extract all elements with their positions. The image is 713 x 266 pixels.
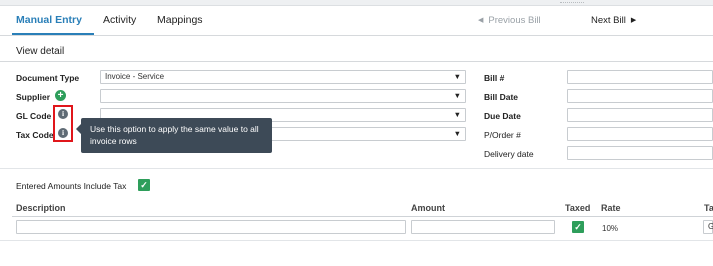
- bill-number-label: Bill #: [484, 73, 505, 83]
- next-bill-button[interactable]: Next Bill ▶: [591, 15, 636, 26]
- supplier-label: Supplier: [16, 92, 51, 102]
- supplier-select[interactable]: ▼: [100, 89, 466, 103]
- due-date-label: Due Date: [484, 111, 521, 121]
- column-header-description: Description: [16, 203, 66, 213]
- chevron-left-icon: ◀: [478, 17, 484, 24]
- row-tax-code-select[interactable]: G: [703, 220, 713, 234]
- bill-number-input[interactable]: [567, 70, 713, 84]
- purchase-order-label: P/Order #: [484, 130, 521, 140]
- tab-mappings[interactable]: Mappings: [157, 14, 203, 26]
- delivery-date-label: Delivery date: [484, 149, 534, 159]
- amount-input[interactable]: [411, 220, 555, 234]
- document-type-select[interactable]: Invoice - Service ▼: [100, 70, 466, 84]
- caret-down-icon: ▼: [453, 129, 461, 138]
- chevron-right-icon: ▶: [630, 17, 637, 24]
- row-rate-value: 10%: [602, 224, 619, 233]
- checkmark-icon: ✓: [574, 222, 582, 232]
- section-divider: [0, 168, 713, 169]
- previous-bill-button[interactable]: ◀ Previous Bill: [478, 15, 541, 26]
- window-top-strip: [0, 0, 713, 6]
- column-header-rate: Rate: [601, 203, 621, 213]
- table-bottom-divider: [0, 240, 713, 241]
- caret-down-icon: ▼: [453, 110, 461, 119]
- purchase-order-input[interactable]: [567, 127, 713, 141]
- document-type-value: Invoice - Service: [105, 72, 165, 81]
- add-supplier-icon[interactable]: +: [55, 90, 66, 101]
- amounts-include-tax-label: Entered Amounts Include Tax: [16, 181, 127, 191]
- apply-all-tooltip: Use this option to apply the same value …: [76, 118, 272, 153]
- due-date-input[interactable]: [567, 108, 713, 122]
- tab-activity[interactable]: Activity: [103, 14, 136, 26]
- view-detail-divider: [0, 61, 713, 62]
- amounts-include-tax-checkbox[interactable]: ✓: [138, 179, 150, 191]
- document-type-label: Document Type: [16, 73, 80, 83]
- tax-code-label: Tax Code: [16, 130, 54, 140]
- bill-date-input[interactable]: [567, 89, 713, 103]
- table-header-divider: [12, 216, 713, 217]
- view-detail-link[interactable]: View detail: [16, 46, 64, 57]
- resize-grip-icon[interactable]: [560, 2, 584, 4]
- caret-down-icon: ▼: [453, 72, 461, 81]
- tab-manual-entry[interactable]: Manual Entry: [16, 14, 82, 26]
- column-header-amount: Amount: [411, 203, 445, 213]
- delivery-date-input[interactable]: [567, 146, 713, 160]
- info-icons-highlight: [53, 105, 73, 142]
- row-tax-code-value: G: [708, 222, 713, 231]
- tooltip-text: Use this option to apply the same value …: [90, 124, 259, 146]
- caret-down-icon: ▼: [453, 91, 461, 100]
- checkmark-icon: ✓: [140, 180, 148, 190]
- description-input[interactable]: [16, 220, 406, 234]
- tabs-divider: [0, 35, 713, 36]
- next-bill-label: Next Bill: [591, 15, 626, 26]
- row-taxed-checkbox[interactable]: ✓: [572, 221, 584, 233]
- column-header-taxed: Taxed: [565, 203, 591, 213]
- gl-code-label: GL Code: [16, 111, 52, 121]
- column-header-tax-code: Ta: [704, 203, 713, 213]
- bill-date-label: Bill Date: [484, 92, 519, 102]
- tooltip-arrow: [76, 124, 81, 134]
- previous-bill-label: Previous Bill: [488, 15, 541, 26]
